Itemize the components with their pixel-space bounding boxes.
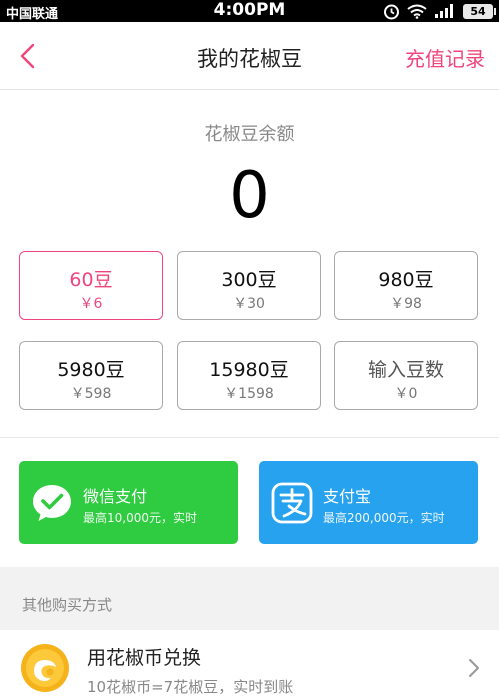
package-amount: 300豆	[221, 269, 277, 291]
custom-amount-input[interactable]: 输入豆数	[335, 355, 477, 382]
package-price: ￥30	[233, 296, 265, 312]
alarm-icon	[384, 4, 399, 19]
wechat-pay-button[interactable]: 微信支付 最高10,000元，实时	[19, 461, 238, 544]
package-amount: 5980豆	[57, 359, 125, 381]
package-option-custom[interactable]: 输入豆数 ￥0	[334, 341, 478, 410]
package-price: ￥1598	[224, 386, 274, 402]
other-methods-label: 其他购买方式	[22, 596, 113, 614]
recharge-page: 中国联通 4:00PM 54 我的花椒豆 充值记录 花椒豆余额 0 60豆 ￥6…	[0, 0, 499, 699]
battery-icon: 54	[463, 3, 496, 19]
package-amount: 980豆	[378, 269, 434, 291]
alipay-icon	[271, 482, 313, 524]
package-price: ￥0	[394, 386, 418, 402]
package-price: ￥6	[79, 296, 103, 312]
pepper-coin-icon	[21, 644, 69, 692]
package-option-5980[interactable]: 5980豆 ￥598	[19, 341, 163, 410]
package-option-15980[interactable]: 15980豆 ￥1598	[177, 341, 321, 410]
alipay-title: 支付宝	[323, 487, 372, 506]
recharge-history-link[interactable]: 充值记录	[405, 43, 485, 72]
status-icons: 54	[383, 2, 496, 20]
exchange-with-coins-row[interactable]: 用花椒币兑换 10花椒币=7花椒豆，实时到账	[0, 630, 499, 699]
package-amount: 60豆	[69, 269, 113, 291]
exchange-rate: 10花椒币=7花椒豆，实时到账	[87, 678, 294, 696]
wifi-icon	[407, 4, 427, 19]
package-option-980[interactable]: 980豆 ￥98	[334, 251, 478, 320]
section-divider	[0, 437, 499, 438]
signal-icon	[435, 4, 453, 18]
status-bar: 中国联通 4:00PM 54	[0, 0, 499, 22]
wechat-pay-title: 微信支付	[83, 487, 148, 506]
chevron-right-icon	[469, 659, 479, 677]
alipay-limit: 最高200,000元，实时	[323, 511, 445, 525]
exchange-title: 用花椒币兑换	[87, 647, 202, 669]
wechat-icon	[33, 485, 71, 521]
wechat-pay-limit: 最高10,000元，实时	[83, 511, 197, 525]
package-price: ￥98	[390, 296, 422, 312]
package-option-300[interactable]: 300豆 ￥30	[177, 251, 321, 320]
package-price: ￥598	[70, 386, 112, 402]
package-amount: 15980豆	[209, 359, 289, 381]
alipay-button[interactable]: 支付宝 最高200,000元，实时	[259, 461, 478, 544]
other-methods-header: 其他购买方式	[0, 567, 499, 630]
balance-label: 花椒豆余额	[204, 124, 295, 145]
balance-value: 0	[229, 159, 270, 233]
nav-bar: 我的花椒豆 充值记录	[0, 22, 499, 90]
package-option-60[interactable]: 60豆 ￥6	[19, 251, 163, 320]
